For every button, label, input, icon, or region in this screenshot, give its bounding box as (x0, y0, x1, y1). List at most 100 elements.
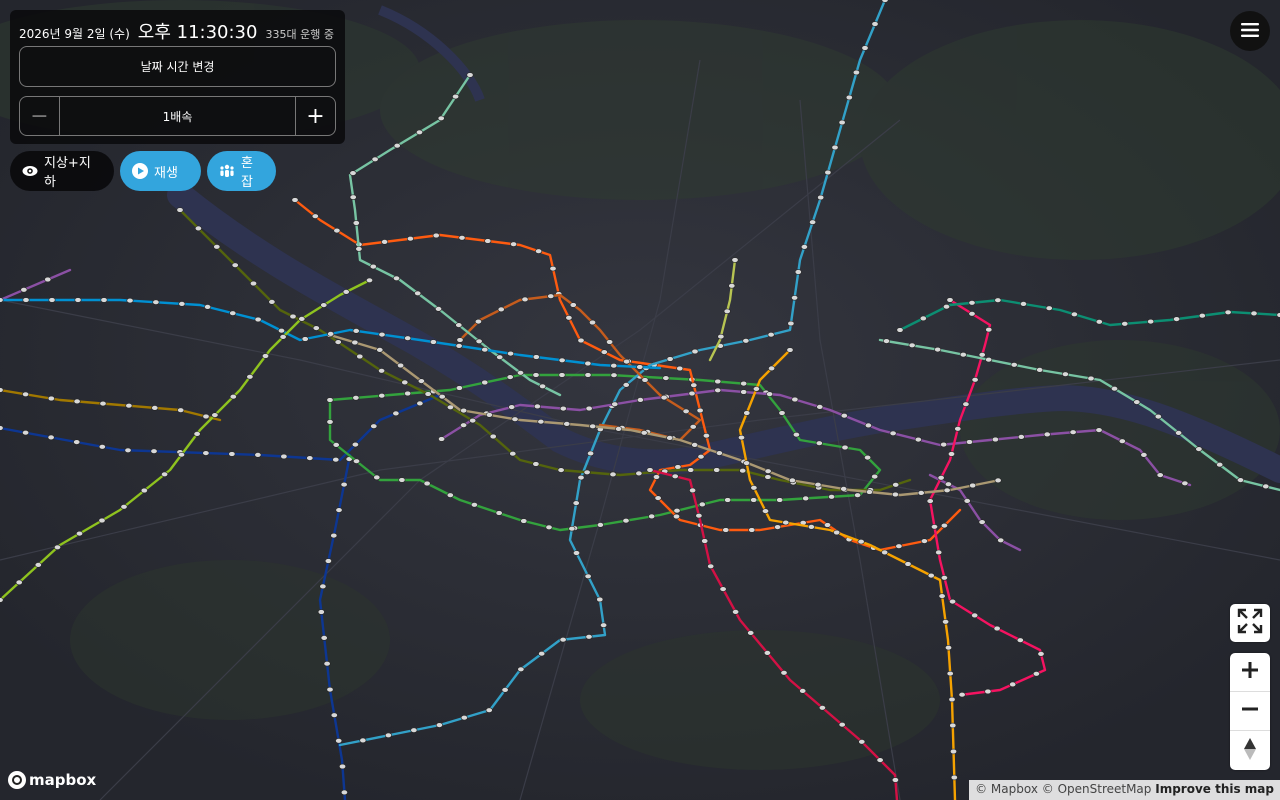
station-marker[interactable] (584, 360, 592, 367)
view-mode-button[interactable]: 지상+지하 (10, 151, 114, 191)
station-marker[interactable] (587, 450, 595, 457)
station-marker[interactable] (997, 537, 1005, 543)
station-marker[interactable] (1181, 480, 1189, 486)
station-marker[interactable] (1016, 637, 1024, 643)
station-marker[interactable] (424, 391, 432, 397)
station-marker[interactable] (728, 283, 736, 289)
station-marker[interactable] (904, 561, 912, 567)
station-marker[interactable] (340, 481, 348, 488)
station-marker[interactable] (791, 396, 799, 403)
station-marker[interactable] (1147, 318, 1155, 325)
station-marker[interactable] (446, 492, 454, 498)
station-marker[interactable] (948, 696, 956, 703)
station-marker[interactable] (1019, 301, 1027, 307)
station-marker[interactable] (261, 353, 269, 359)
station-marker[interactable] (985, 327, 993, 333)
station-marker[interactable] (22, 430, 30, 436)
station-marker[interactable] (636, 364, 644, 370)
station-marker[interactable] (1032, 671, 1040, 677)
station-marker[interactable] (268, 299, 276, 305)
station-marker[interactable] (98, 444, 106, 450)
station-marker[interactable] (585, 634, 593, 640)
station-marker[interactable] (882, 338, 890, 344)
station-marker[interactable] (584, 372, 592, 378)
station-marker[interactable] (497, 306, 505, 313)
station-marker[interactable] (74, 297, 82, 303)
station-marker[interactable] (623, 358, 631, 365)
station-marker[interactable] (814, 482, 822, 488)
station-marker[interactable] (991, 436, 999, 443)
station-marker[interactable] (764, 474, 772, 480)
station-marker[interactable] (151, 405, 159, 411)
station-marker[interactable] (352, 395, 360, 401)
station-marker[interactable] (831, 144, 839, 151)
station-marker[interactable] (398, 477, 406, 483)
station-marker[interactable] (750, 485, 758, 491)
station-marker[interactable] (817, 194, 825, 201)
station-marker[interactable] (152, 299, 160, 305)
station-marker[interactable] (532, 372, 540, 378)
station-marker[interactable] (786, 347, 794, 353)
station-marker[interactable] (489, 433, 497, 440)
station-marker[interactable] (635, 470, 643, 477)
station-marker[interactable] (520, 518, 528, 524)
station-marker[interactable] (646, 467, 654, 473)
station-marker[interactable] (963, 498, 971, 504)
station-marker[interactable] (559, 405, 567, 412)
station-marker[interactable] (484, 238, 492, 244)
station-marker[interactable] (1087, 375, 1095, 382)
station-marker[interactable] (246, 374, 254, 380)
station-marker[interactable] (764, 468, 772, 474)
station-marker[interactable] (774, 524, 782, 530)
station-marker[interactable] (393, 143, 401, 149)
station-marker[interactable] (944, 481, 952, 487)
station-marker[interactable] (349, 194, 357, 200)
station-marker[interactable] (1095, 427, 1103, 433)
station-marker[interactable] (676, 365, 684, 372)
station-marker[interactable] (470, 502, 478, 508)
station-marker[interactable] (1140, 452, 1148, 458)
station-marker[interactable] (47, 434, 55, 441)
station-marker[interactable] (689, 487, 697, 494)
station-marker[interactable] (1133, 399, 1141, 405)
station-marker[interactable] (150, 448, 158, 454)
station-marker[interactable] (202, 413, 210, 420)
station-marker[interactable] (978, 519, 986, 525)
station-marker[interactable] (0, 387, 4, 393)
station-marker[interactable] (485, 707, 493, 713)
station-marker[interactable] (737, 434, 745, 441)
station-marker[interactable] (333, 227, 341, 234)
station-marker[interactable] (949, 598, 957, 605)
station-marker[interactable] (600, 349, 608, 355)
zoom-in-button[interactable] (1230, 653, 1270, 692)
station-marker[interactable] (865, 489, 873, 495)
station-marker[interactable] (958, 691, 966, 698)
station-marker[interactable] (438, 394, 446, 400)
station-marker[interactable] (596, 596, 604, 603)
station-marker[interactable] (22, 391, 30, 397)
station-marker[interactable] (516, 370, 524, 376)
station-marker[interactable] (277, 328, 285, 334)
station-marker[interactable] (752, 386, 760, 392)
station-marker[interactable] (20, 287, 28, 293)
station-marker[interactable] (871, 473, 879, 480)
station-marker[interactable] (895, 543, 903, 549)
station-marker[interactable] (301, 336, 309, 342)
station-marker[interactable] (840, 486, 848, 492)
station-marker[interactable] (662, 375, 670, 381)
station-marker[interactable] (1070, 311, 1078, 317)
station-marker[interactable] (776, 497, 784, 503)
station-marker[interactable] (0, 597, 4, 603)
station-marker[interactable] (881, 0, 889, 3)
station-marker[interactable] (1037, 651, 1045, 657)
station-marker[interactable] (968, 300, 976, 306)
station-marker[interactable] (317, 609, 325, 615)
station-marker[interactable] (202, 450, 210, 456)
station-marker[interactable] (569, 302, 577, 308)
station-marker[interactable] (858, 739, 866, 745)
station-marker[interactable] (414, 290, 422, 296)
station-marker[interactable] (291, 197, 299, 203)
station-marker[interactable] (423, 480, 431, 487)
station-marker[interactable] (1045, 305, 1053, 311)
station-marker[interactable] (984, 688, 992, 695)
